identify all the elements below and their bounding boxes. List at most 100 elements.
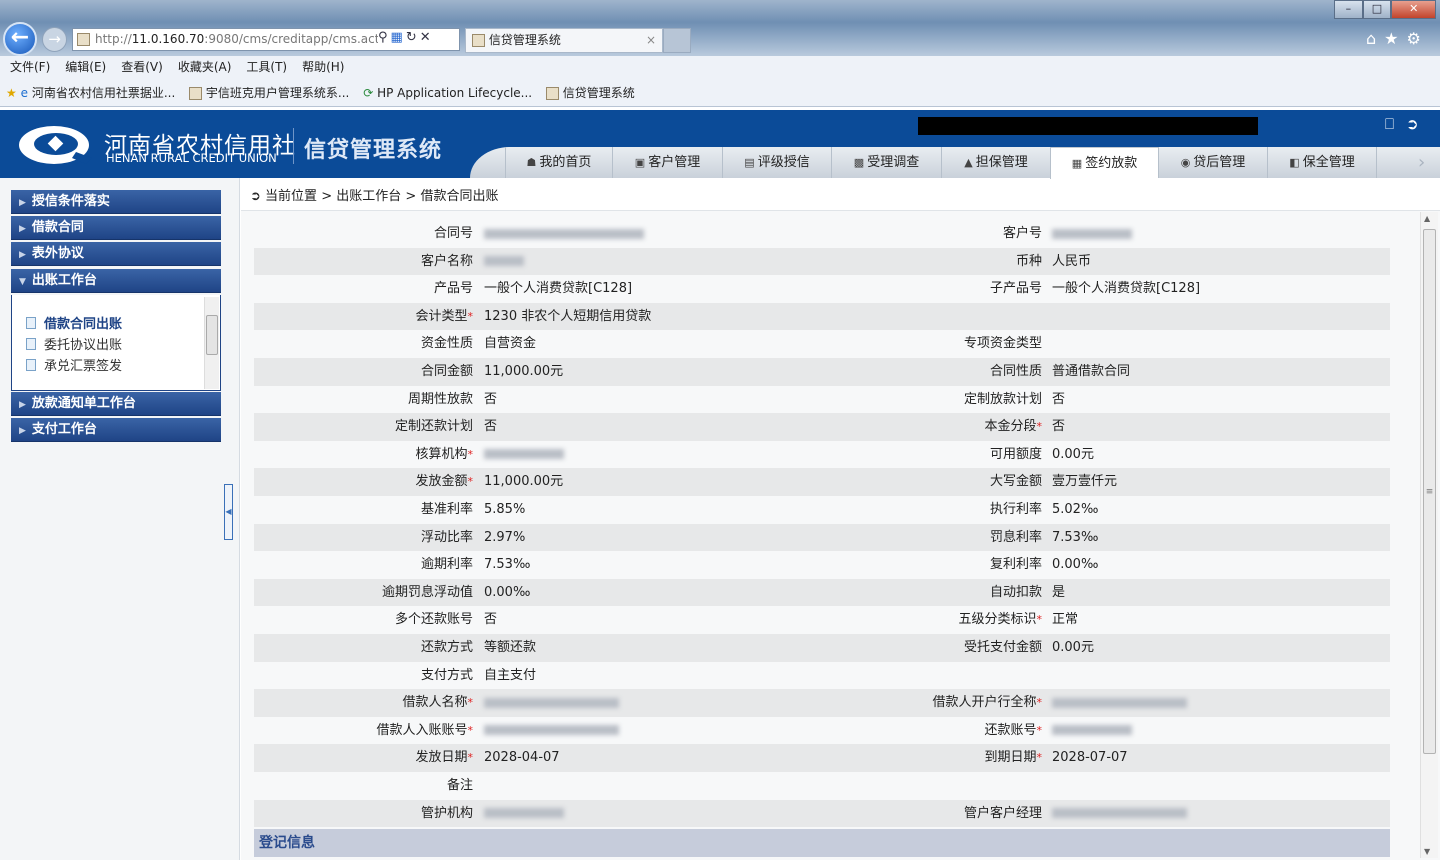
sidebar-group-loan-contract[interactable]: ▶ 借款合同 [11,216,221,240]
field-label-text: 定制还款计划 [394,419,473,435]
refresh-icon[interactable]: ↻ [406,30,420,45]
field-label-text: 客户号 [1002,226,1042,241]
search-icon[interactable]: ⚲ [378,30,391,45]
sidebar-item-entrust-disbursement[interactable]: 委托协议出账 [26,334,122,353]
field-value-redacted [484,800,564,827]
back-button[interactable]: ← [3,22,37,56]
compat-icon[interactable]: ▦ [391,30,406,45]
sidebar-group-label: 授信条件落实 [31,194,110,209]
favorite-link[interactable]: ⟳ HP Application Lifecycle... [363,86,532,100]
required-marker: * [1036,723,1043,737]
menu-file[interactable]: 文件(F) [10,60,50,74]
sidebar-item-loan-contract-disbursement[interactable]: 借款合同出账 [26,313,122,332]
document-icon [26,317,36,329]
logout-icon[interactable]: ➲ [1406,115,1431,133]
menu-favorites[interactable]: 收藏夹(A) [178,60,232,74]
field-label-text: 罚息利率 [989,529,1042,545]
field-value-redacted [1052,689,1187,716]
sidebar-group-payment-desk[interactable]: ▶ 支付工作台 [11,418,221,442]
rating-icon: ▤ [744,156,755,169]
field-value: 等额还款 [484,640,537,655]
preservation-icon: ◧ [1289,156,1300,169]
menu-tools[interactable]: 工具(T) [246,60,287,74]
field-value: 0.00‰ [1052,557,1099,573]
field-label: 子产品号 [990,275,1042,302]
field-label: 复利利率 [990,551,1042,578]
scroll-up-icon[interactable]: ▲ [1424,214,1430,223]
sidebar-item-acceptance-bill[interactable]: 承兑汇票签发 [26,355,122,374]
page-icon [545,87,559,100]
nav-scroll-right-icon[interactable]: › [1418,152,1425,173]
field-value: 7.53‰ [484,557,531,573]
scrollbar-thumb[interactable]: ≡ [1423,229,1436,754]
form-row: 资金性质 自营资金 专项资金类型 [254,330,1390,358]
favorite-link[interactable]: 信贷管理系统 [545,86,635,100]
nav-tab[interactable]: ☗ 我的首页 [505,147,612,178]
close-tab-icon[interactable]: × [646,29,656,52]
address-bar-actions[interactable]: ⚲▦↻✕ [378,30,434,45]
field-value-redacted [484,441,564,468]
close-window-button[interactable]: ✕ [1391,0,1437,19]
nav-tab[interactable]: ▣ 客户管理 [612,147,722,178]
field-label-text: 资金性质 [420,336,473,352]
gear-icon[interactable]: ⚙ [1407,29,1429,48]
redacted-user-info [918,117,1258,135]
home-icon[interactable]: ⌂ [1366,29,1384,48]
sidebar-group-notice-desk[interactable]: ▶ 放款通知单工作台 [11,392,221,416]
nav-tab[interactable]: ▲ 担保管理 [941,147,1050,178]
nav-tab[interactable]: ▩ 受理调查 [831,147,941,178]
field-value: 人民币 [1052,253,1092,269]
caret-down-icon: ▼ [19,277,26,287]
browser-tab[interactable]: 信贷管理系统 × [465,28,663,53]
maximize-button[interactable]: □ [1362,0,1392,19]
breadcrumb-item[interactable]: 出账工作台 [336,189,401,204]
nav-tab[interactable]: ◧ 保全管理 [1267,147,1376,178]
field-label: 借款人名称* [402,689,473,716]
nav-tab[interactable]: ▤ 评级授信 [722,147,831,178]
section-header-registration[interactable]: 登记信息 [254,829,1390,857]
new-tab-button[interactable] [663,28,691,53]
tab-favicon [472,34,485,47]
field-label: 可用额度 [990,441,1042,468]
sidebar-collapse-handle[interactable]: ◀ [224,484,233,540]
stop-icon[interactable]: ✕ [420,30,434,45]
nav-tab-label: 贷后管理 [1193,155,1246,170]
sidebar-group-credit-conditions[interactable]: ▶ 授信条件落实 [11,190,221,214]
content-scrollbar[interactable]: ▲ ≡ ▼ [1420,212,1438,858]
field-label: 币种 [1016,248,1042,275]
nav-tab[interactable]: ▦ 签约放款 [1050,147,1158,179]
required-marker: * [467,723,474,737]
field-label-text: 合同性质 [989,364,1042,379]
desktop-icon[interactable]: ⎕ [1385,115,1406,133]
breadcrumb-separator: > [321,189,333,204]
field-value: 普通借款合同 [1052,364,1131,379]
favorite-link[interactable]: e 河南省农村信用社票据业... [21,86,176,100]
sidebar-group-offbalance[interactable]: ▶ 表外协议 [11,242,221,266]
favorites-star-icon[interactable]: ★ [6,86,17,100]
forward-button[interactable]: → [42,27,67,52]
scroll-down-icon[interactable]: ▼ [1424,847,1430,856]
nav-tab[interactable]: ◉ 贷后管理 [1158,147,1267,178]
favorite-link[interactable]: 宇信班克用户管理系统系... [189,86,349,100]
sidebar-group-label: 出账工作台 [31,273,97,288]
form-row: 产品号 一般个人消费贷款[C128] 子产品号 一般个人消费贷款[C128] [254,275,1390,303]
field-label-text: 大写金额 [989,474,1042,490]
field-label: 本金分段* [984,413,1042,440]
document-icon [26,338,36,350]
form-row: 周期性放款否定制放款计划否 [254,386,1390,414]
field-label-text: 到期日期 [984,750,1037,766]
menu-view[interactable]: 查看(V) [121,60,163,74]
submenu-scrollbar[interactable] [204,297,219,389]
caret-right-icon: ▶ [19,400,26,410]
star-icon[interactable]: ★ [1384,29,1406,48]
field-label: 资金性质 [421,330,473,357]
required-marker: * [467,696,474,710]
menu-edit[interactable]: 编辑(E) [65,60,106,74]
field-label: 借款人入账账号* [376,717,473,744]
menu-help[interactable]: 帮助(H) [302,60,344,74]
field-label-text: 管护机构 [420,805,473,821]
sidebar-group-disbursement-desk[interactable]: ▼ 出账工作台 [11,269,221,293]
minimize-button[interactable]: – [1334,0,1363,19]
scrollbar-thumb[interactable] [206,315,218,355]
logo-english: HENAN RURAL CREDIT UNION [106,151,277,165]
